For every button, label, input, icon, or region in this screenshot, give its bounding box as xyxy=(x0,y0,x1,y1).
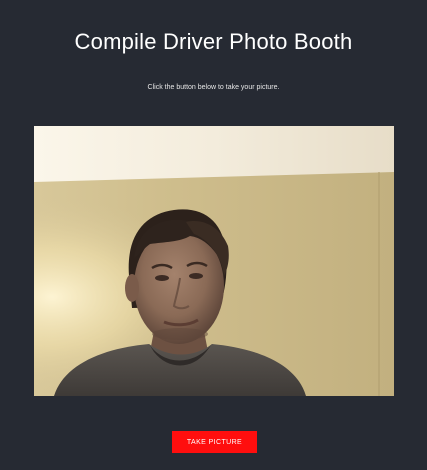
take-picture-button[interactable]: TAKE PICTURE xyxy=(172,431,257,453)
instructions-text: Click the button below to take your pict… xyxy=(147,84,280,91)
camera-feed-image xyxy=(34,126,394,396)
page-title: Compile Driver Photo Booth xyxy=(74,29,353,54)
camera-preview xyxy=(34,126,394,396)
photo-booth-page: Compile Driver Photo Booth Click the but… xyxy=(0,0,427,470)
